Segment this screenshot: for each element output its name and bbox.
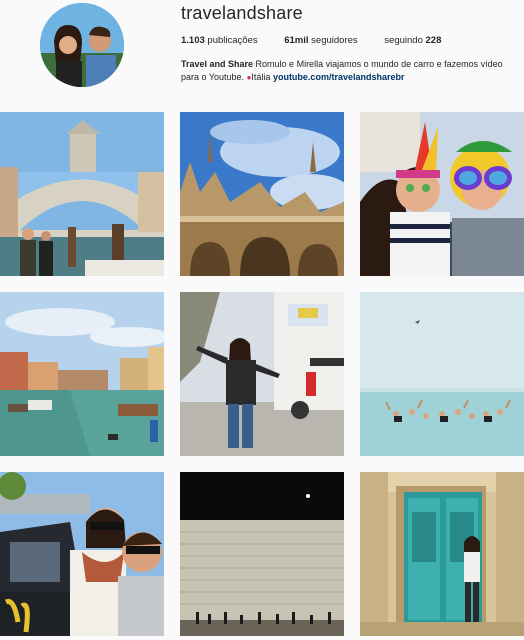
followers-label: seguidores	[311, 35, 358, 46]
following-stat[interactable]: seguindo 228	[384, 35, 441, 46]
post-thumbnail[interactable]	[0, 292, 164, 456]
posts-count: 1.103	[181, 35, 205, 46]
profile-header: travelandshare 1.103 publicações 61mil s…	[0, 0, 524, 110]
profile-username: travelandshare	[181, 3, 303, 23]
followers-count: 61mil	[284, 35, 309, 46]
profile-bio: Travel and Share Romulo e Mirella viajam…	[181, 58, 516, 84]
posts-grid	[0, 112, 524, 640]
post-thumbnail[interactable]	[180, 472, 344, 636]
post-thumbnail[interactable]	[0, 112, 164, 276]
post-thumbnail[interactable]	[360, 112, 524, 276]
followers-stat[interactable]: 61mil seguidores	[284, 35, 357, 46]
posts-stat: 1.103 publicações	[181, 35, 258, 46]
post-thumbnail[interactable]	[180, 112, 344, 276]
post-thumbnail[interactable]	[0, 472, 164, 636]
following-label: seguindo	[384, 35, 423, 46]
bio-location: Itália	[251, 72, 271, 82]
post-thumbnail[interactable]	[360, 472, 524, 636]
bio-name: Travel and Share	[181, 59, 254, 69]
bio-link[interactable]: youtube.com/travelandsharebr	[273, 72, 405, 82]
profile-avatar[interactable]	[40, 3, 124, 87]
post-thumbnail[interactable]	[180, 292, 344, 456]
posts-label: publicações	[207, 35, 258, 46]
following-count: 228	[425, 35, 442, 46]
post-thumbnail[interactable]	[360, 292, 524, 456]
profile-stats: 1.103 publicações 61mil seguidores segui…	[181, 35, 465, 46]
